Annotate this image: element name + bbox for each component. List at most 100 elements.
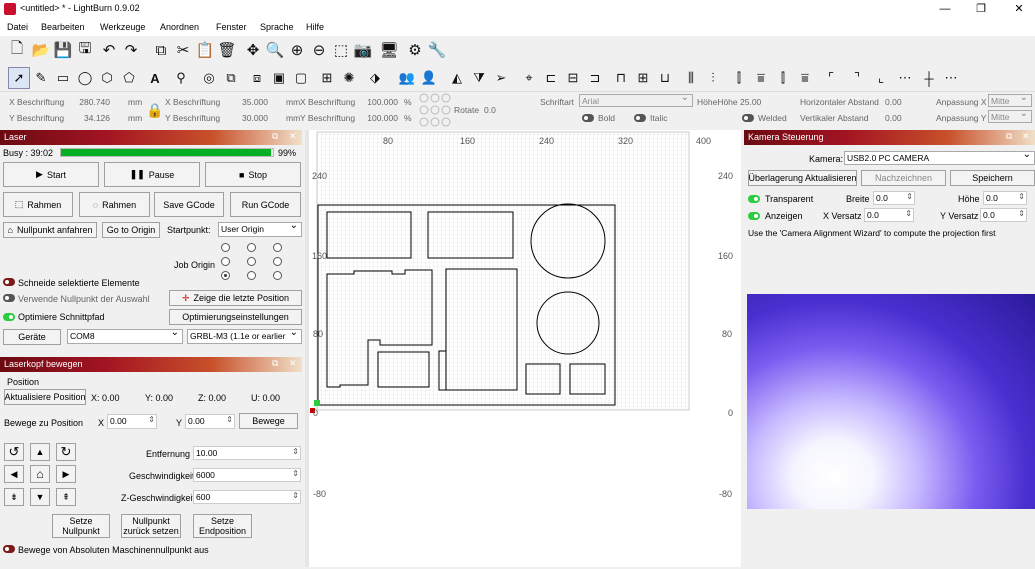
paste-icon[interactable]: 📋 (194, 39, 216, 61)
scale-x-value[interactable]: 100.000 (360, 97, 398, 107)
origin-radio-tc[interactable] (247, 243, 256, 252)
menu-language[interactable]: Sprache (260, 22, 294, 32)
y-offset-input[interactable]: 0.0 (980, 208, 1027, 222)
distance-input[interactable]: 10.00 (193, 446, 301, 460)
z-down-button[interactable]: ⇟ (4, 488, 24, 506)
scale-y-value[interactable]: 100.000 (360, 113, 398, 123)
float-icon[interactable]: ⧉ (272, 131, 278, 142)
show-overlay-toggle[interactable] (748, 212, 760, 220)
z-speed-input[interactable]: 600 (193, 490, 301, 504)
origin-radio-ml[interactable] (221, 257, 230, 266)
optimize-toggle[interactable] (3, 313, 15, 321)
zoom-out-icon[interactable]: ⊖ (308, 39, 330, 61)
menu-tools[interactable]: Werkzeuge (100, 22, 145, 32)
pentagon-icon[interactable]: ⬠ (118, 67, 140, 89)
cut-selected-toggle[interactable] (3, 278, 15, 286)
camera-capture-icon[interactable]: 📷 (352, 39, 374, 61)
devices-button[interactable]: Geräte (3, 329, 61, 345)
distribute-h-icon[interactable]: ⫼ (680, 67, 702, 89)
close-panel-icon[interactable]: ✕ (289, 358, 297, 369)
pencil-icon[interactable]: ✎ (30, 67, 52, 89)
send-icon[interactable]: ➢ (490, 67, 512, 89)
rotate-value[interactable]: 0.0 (484, 105, 496, 115)
design-canvas[interactable]: 80 160 240 320 400 240 160 80 0 -80 240 … (309, 130, 741, 567)
users-icon[interactable]: 👥 (396, 67, 418, 89)
open-folder-icon[interactable]: 📂 (30, 39, 52, 61)
use-selection-origin-toggle[interactable] (3, 294, 15, 302)
boolean-union-icon[interactable]: ⧉ (220, 67, 242, 89)
tools-icon[interactable]: 🔧 (426, 39, 448, 61)
menu-edit[interactable]: Bearbeiten (41, 22, 85, 32)
dash-icon[interactable]: ⋯ (894, 67, 916, 89)
origin-radio-bc[interactable] (247, 271, 256, 280)
space-v-icon-2[interactable]: ⩸ (794, 67, 816, 89)
settings-gear-icon[interactable]: ⚙ (404, 39, 426, 61)
origin-radio-mr[interactable] (273, 257, 282, 266)
float-icon[interactable]: ⧉ (1006, 131, 1012, 142)
ungroup-icon[interactable]: ▢ (290, 67, 312, 89)
show-last-position-button[interactable]: ✛ Zeige die letzte Position (169, 290, 302, 306)
move-icon[interactable]: ✥ (242, 39, 264, 61)
corner-tl-icon[interactable]: ⌜ (820, 67, 842, 89)
jog-home-button[interactable]: ⌂ (30, 465, 50, 483)
camera-save-button[interactable]: Speichern (950, 170, 1035, 186)
text-tool-icon[interactable]: A (144, 67, 166, 89)
origin-radio-tl[interactable] (221, 243, 230, 252)
rotate-cw-button[interactable]: ↻ (56, 443, 76, 461)
stop-button[interactable]: ■ Stop (205, 162, 301, 187)
frame-round-button[interactable]: ◌ Rahmen (79, 192, 150, 217)
user-icon[interactable]: 👤 (418, 67, 440, 89)
anchor-grid[interactable] (419, 93, 451, 127)
space-h-icon-2[interactable]: ⫿ (772, 67, 794, 89)
lock-icon[interactable]: 🔒 (146, 102, 163, 119)
zoom-to-page-icon[interactable]: 🔍 (264, 39, 286, 61)
mirror-h-icon[interactable]: ◭ (446, 67, 468, 89)
circular-array-icon[interactable]: ✺ (338, 67, 360, 89)
mirror-v-icon[interactable]: ⧩ (468, 67, 490, 89)
optimization-settings-button[interactable]: Optimierungseinstellungen (169, 309, 302, 325)
go-to-origin-button[interactable]: Go to Origin (102, 222, 160, 238)
rotate-ccw-button[interactable]: ↺ (4, 443, 24, 461)
jog-right-button[interactable]: ▶ (56, 465, 76, 483)
speed-input[interactable]: 6000 (193, 468, 301, 482)
menu-window[interactable]: Fenster (216, 22, 247, 32)
distribute-v-icon[interactable]: ⫶ (702, 67, 724, 89)
trace-button[interactable]: Nachzeichnen (861, 170, 946, 186)
menu-file[interactable]: Datei (7, 22, 28, 32)
z-up-button[interactable]: ⇞ (56, 488, 76, 506)
welded-toggle[interactable] (742, 114, 754, 122)
delete-icon[interactable]: 🗑 (216, 39, 238, 61)
bold-toggle[interactable] (582, 114, 594, 122)
rectangle-icon[interactable]: ▭ (52, 67, 74, 89)
move-y-input[interactable]: 0.00 (185, 414, 235, 429)
menu-help[interactable]: Hilfe (306, 22, 324, 32)
canvas-drawing[interactable]: 80 160 240 320 400 240 160 80 0 -80 240 … (309, 130, 741, 567)
close-panel-icon[interactable]: ✕ (1022, 131, 1030, 142)
device-select[interactable]: GRBL-M3 (1.1e or earlier (187, 329, 302, 344)
space-v-icon[interactable]: ⩸ (750, 67, 772, 89)
crosshair-icon[interactable]: ┼ (918, 67, 940, 89)
origin-radio-tr[interactable] (273, 243, 282, 252)
offset-icon[interactable]: ◎ (198, 67, 220, 89)
align-center-icon[interactable]: ⊟ (562, 67, 584, 89)
update-overlay-button[interactable]: Überlagerung Aktualisieren (748, 170, 857, 186)
text-height-value[interactable]: 25.00 (740, 97, 761, 107)
transparent-toggle[interactable] (748, 195, 760, 203)
hspace-value[interactable]: 0.00 (885, 97, 902, 107)
start-from-select[interactable]: User Origin (218, 222, 302, 237)
vspace-value[interactable]: 0.00 (885, 113, 902, 123)
jog-up-button[interactable]: ▲ (30, 443, 50, 461)
align-x-select[interactable]: Mitte (988, 94, 1032, 107)
overlay-height-input[interactable]: 0.0 (983, 191, 1027, 205)
target-icon[interactable]: ⌖ (518, 67, 540, 89)
align-y-select[interactable]: Mitte (988, 110, 1032, 123)
home-button[interactable]: ⌂ Nullpunkt anfahren (3, 222, 97, 238)
copy-icon[interactable]: ⧉ (150, 39, 172, 61)
origin-radio-bl[interactable] (221, 271, 230, 280)
align-top-icon[interactable]: ⊓ (610, 67, 632, 89)
x-offset-input[interactable]: 0.0 (864, 208, 914, 222)
reset-origin-button[interactable]: Nullpunkt zurück setzen (121, 514, 181, 538)
absolute-move-toggle[interactable] (3, 545, 15, 553)
new-file-icon[interactable]: 🗋 (6, 39, 28, 61)
move-button[interactable]: Bewege (239, 413, 298, 429)
